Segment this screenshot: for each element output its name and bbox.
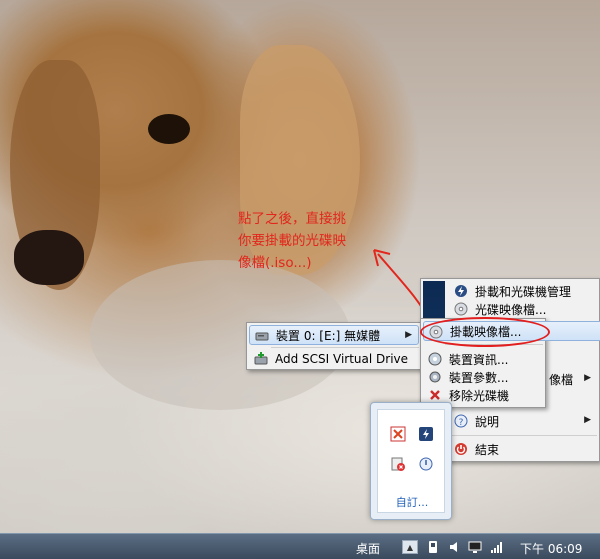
- menu-item-device-info[interactable]: 裝置資訊...: [423, 349, 543, 369]
- notification-tray-popup: 自訂...: [370, 402, 452, 520]
- disc-icon: [453, 301, 469, 317]
- taskbar: 桌面 ▲ 下午 06:09: [0, 533, 600, 559]
- annotation-line: 點了之後，直接挑: [238, 211, 346, 227]
- show-desktop-button[interactable]: 桌面: [356, 540, 380, 557]
- tray-flag-icon[interactable]: [390, 456, 406, 472]
- wifi-signal-icon[interactable]: [490, 540, 504, 554]
- menu-item-label: 掛載和光碟機管理: [475, 284, 572, 299]
- menu-item-exit[interactable]: 結束: [449, 439, 597, 459]
- daemon-lightning-icon: [453, 283, 469, 299]
- help-icon: ?: [453, 413, 469, 429]
- remove-icon: [427, 387, 443, 403]
- chevron-up-icon: ▲: [406, 542, 414, 552]
- menu-item-add-scsi-drive[interactable]: Add SCSI Virtual Drive: [249, 349, 419, 369]
- menu-item-disc-image[interactable]: 光碟映像檔...: [449, 299, 597, 319]
- menu-item-device-0[interactable]: 裝置 0: [E:] 無媒體 ▶: [249, 325, 419, 345]
- tray-popup-panel: 自訂...: [377, 409, 445, 513]
- svg-text:?: ?: [459, 418, 464, 428]
- drive-context-menu: 裝置 0: [E:] 無媒體 ▶ Add SCSI Virtual Drive: [246, 322, 422, 370]
- submenu-arrow-icon: ▶: [584, 415, 591, 425]
- menu-item-label: 結束: [475, 442, 500, 457]
- network-display-icon[interactable]: [468, 540, 482, 554]
- menu-item-label: Add SCSI Virtual Drive: [275, 352, 409, 366]
- menu-item-label: 移除光碟機: [449, 388, 510, 403]
- menu-item-label: 像檔: [549, 372, 574, 387]
- add-drive-icon: [253, 351, 269, 367]
- menu-item-label: 裝置資訊...: [449, 352, 509, 367]
- drive-icon: [254, 328, 270, 344]
- menu-item-device-settings[interactable]: 裝置參數...: [423, 367, 543, 387]
- daemon-tray-icon[interactable]: [418, 426, 434, 442]
- menu-separator: [449, 435, 597, 436]
- tray-status-icon[interactable]: [418, 456, 434, 472]
- menu-separator: [271, 347, 419, 348]
- volume-icon[interactable]: [448, 540, 462, 554]
- menu-item-mount-manager[interactable]: 掛載和光碟機管理: [449, 281, 597, 301]
- menu-item-label: 裝置 0: [E:] 無媒體: [276, 328, 381, 343]
- menu-item-label: 裝置參數...: [449, 370, 509, 385]
- annotation-highlight-ellipse: [420, 317, 550, 347]
- customize-link[interactable]: 自訂...: [378, 494, 446, 510]
- submenu-arrow-icon: ▶: [405, 330, 412, 340]
- tray-device-icon[interactable]: [426, 540, 440, 554]
- taskbar-clock[interactable]: 下午 06:09: [520, 540, 582, 557]
- menu-item-label: 說明: [475, 414, 500, 429]
- tray-alert-icon[interactable]: [390, 426, 406, 442]
- submenu-arrow-icon: ▶: [584, 373, 591, 383]
- info-icon: [427, 351, 443, 367]
- wallpaper-dog-nose: [14, 230, 84, 285]
- menu-item-label: 光碟映像檔...: [475, 302, 547, 317]
- wallpaper-dog-eye: [148, 114, 190, 144]
- show-hidden-icons-button[interactable]: ▲: [402, 540, 418, 554]
- menu-item-help[interactable]: ? 說明 ▶: [449, 411, 597, 431]
- power-icon: [453, 441, 469, 457]
- settings-icon: [427, 369, 443, 385]
